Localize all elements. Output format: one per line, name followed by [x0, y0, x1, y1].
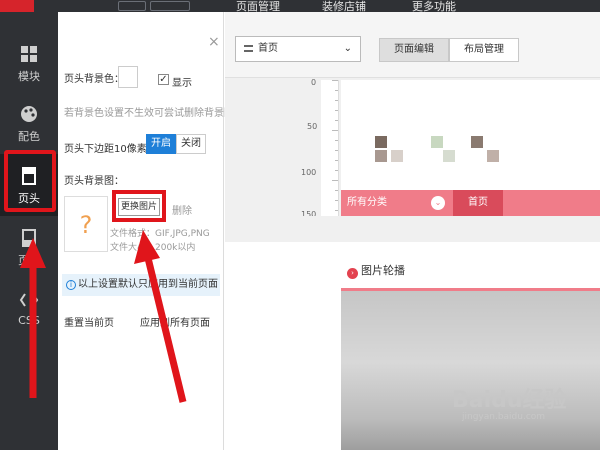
store-menu-bar: 所有分类 ⌄ 首页: [341, 190, 600, 216]
brand-logo: [0, 0, 34, 12]
show-checkbox[interactable]: ✓: [158, 74, 169, 85]
carousel-image[interactable]: [341, 288, 600, 450]
ruler-label: 100: [301, 168, 317, 177]
header-settings-panel: × 页头背景色： ✓ 显示 若背景色设置不生效可尝试删除背景图 页头下边距10像…: [58, 12, 234, 450]
highlight-box-change-image: [112, 190, 166, 222]
footer-icon: [22, 229, 36, 247]
palette-icon: [21, 106, 37, 122]
header-badge[interactable]: [118, 1, 146, 11]
notice-text: 以上设置默认只应用到当前页面: [78, 279, 218, 290]
page-select[interactable]: 首页 ⌄: [235, 36, 361, 62]
ruler-label: 50: [307, 122, 318, 131]
page-icon: [244, 45, 253, 52]
chevron-right-icon: ›: [347, 268, 358, 279]
header-bg-color-label: 页头背景色：: [64, 74, 124, 85]
file-size-text: 文件大小：200k以内: [110, 243, 196, 253]
css-icon: [19, 293, 39, 307]
notice-bar: i 以上设置默认只应用到当前页面: [62, 274, 220, 296]
menu-home[interactable]: 首页: [453, 190, 503, 216]
margin-label: 页头下边距10像素：: [64, 144, 157, 155]
chevron-down-icon[interactable]: ⌄: [431, 196, 445, 210]
sidebar-item-label: 配色: [18, 130, 40, 143]
sidebar-item-label: CSS: [18, 314, 40, 327]
bg-color-swatch[interactable]: [118, 66, 138, 88]
watermark-url: jingyan.baidu.com: [462, 412, 546, 422]
app-root: 页面管理 装修店铺 更多功能 模块 配色 页头 页尾 CSS × 页头背景色： …: [0, 0, 600, 450]
margin-open-button[interactable]: 开启: [146, 134, 176, 154]
blurred-logo: [375, 136, 387, 148]
close-icon[interactable]: ×: [208, 34, 220, 50]
delete-image-link[interactable]: 删除: [172, 202, 192, 217]
grid-icon: [21, 46, 37, 62]
highlight-box-header-tab: [4, 150, 56, 212]
header-badge-2[interactable]: [150, 1, 190, 11]
sidebar-item-css[interactable]: CSS: [0, 278, 58, 340]
tab-page-edit[interactable]: 页面编辑: [379, 38, 449, 62]
chevron-down-icon: ⌄: [343, 43, 352, 54]
bg-image-label: 页头背景图：: [64, 176, 124, 187]
page-select-value: 首页: [258, 43, 278, 54]
sidebar-item-label: 页尾: [18, 254, 40, 267]
sidebar-item-modules[interactable]: 模块: [0, 32, 58, 94]
carousel-section-title: › 图片轮播: [347, 262, 405, 279]
image-placeholder: ?: [64, 196, 108, 252]
sidebar-item-colors[interactable]: 配色: [0, 92, 58, 154]
reset-page-link[interactable]: 重置当前页: [64, 314, 114, 329]
margin-close-button[interactable]: 关闭: [176, 134, 206, 154]
section-gap: [225, 216, 600, 242]
sidebar-item-footer[interactable]: 页尾: [0, 216, 58, 278]
left-sidebar: 模块 配色 页头 页尾 CSS: [0, 12, 58, 450]
top-header: 页面管理 装修店铺 更多功能: [0, 0, 600, 13]
menu-all-categories[interactable]: 所有分类: [347, 190, 387, 216]
tab-layout-manage[interactable]: 布局管理: [449, 38, 519, 62]
bg-hint-text: 若背景色设置不生效可尝试删除背景图: [64, 108, 234, 119]
apply-all-link[interactable]: 应用到所有页面: [140, 314, 210, 329]
vertical-ruler: [321, 80, 339, 228]
sidebar-item-label: 模块: [18, 70, 40, 83]
show-label: 显示: [172, 78, 192, 89]
editor-toolbar: 首页 ⌄ 页面编辑 布局管理: [225, 12, 600, 78]
info-icon: i: [66, 280, 76, 290]
section-title-text: 图片轮播: [361, 264, 405, 277]
file-format-text: 文件格式：GIF,JPG,PNG: [110, 229, 210, 239]
ruler-label: 0: [311, 78, 317, 87]
watermark: Baidu经验: [452, 388, 567, 413]
header-canvas[interactable]: [341, 80, 600, 190]
